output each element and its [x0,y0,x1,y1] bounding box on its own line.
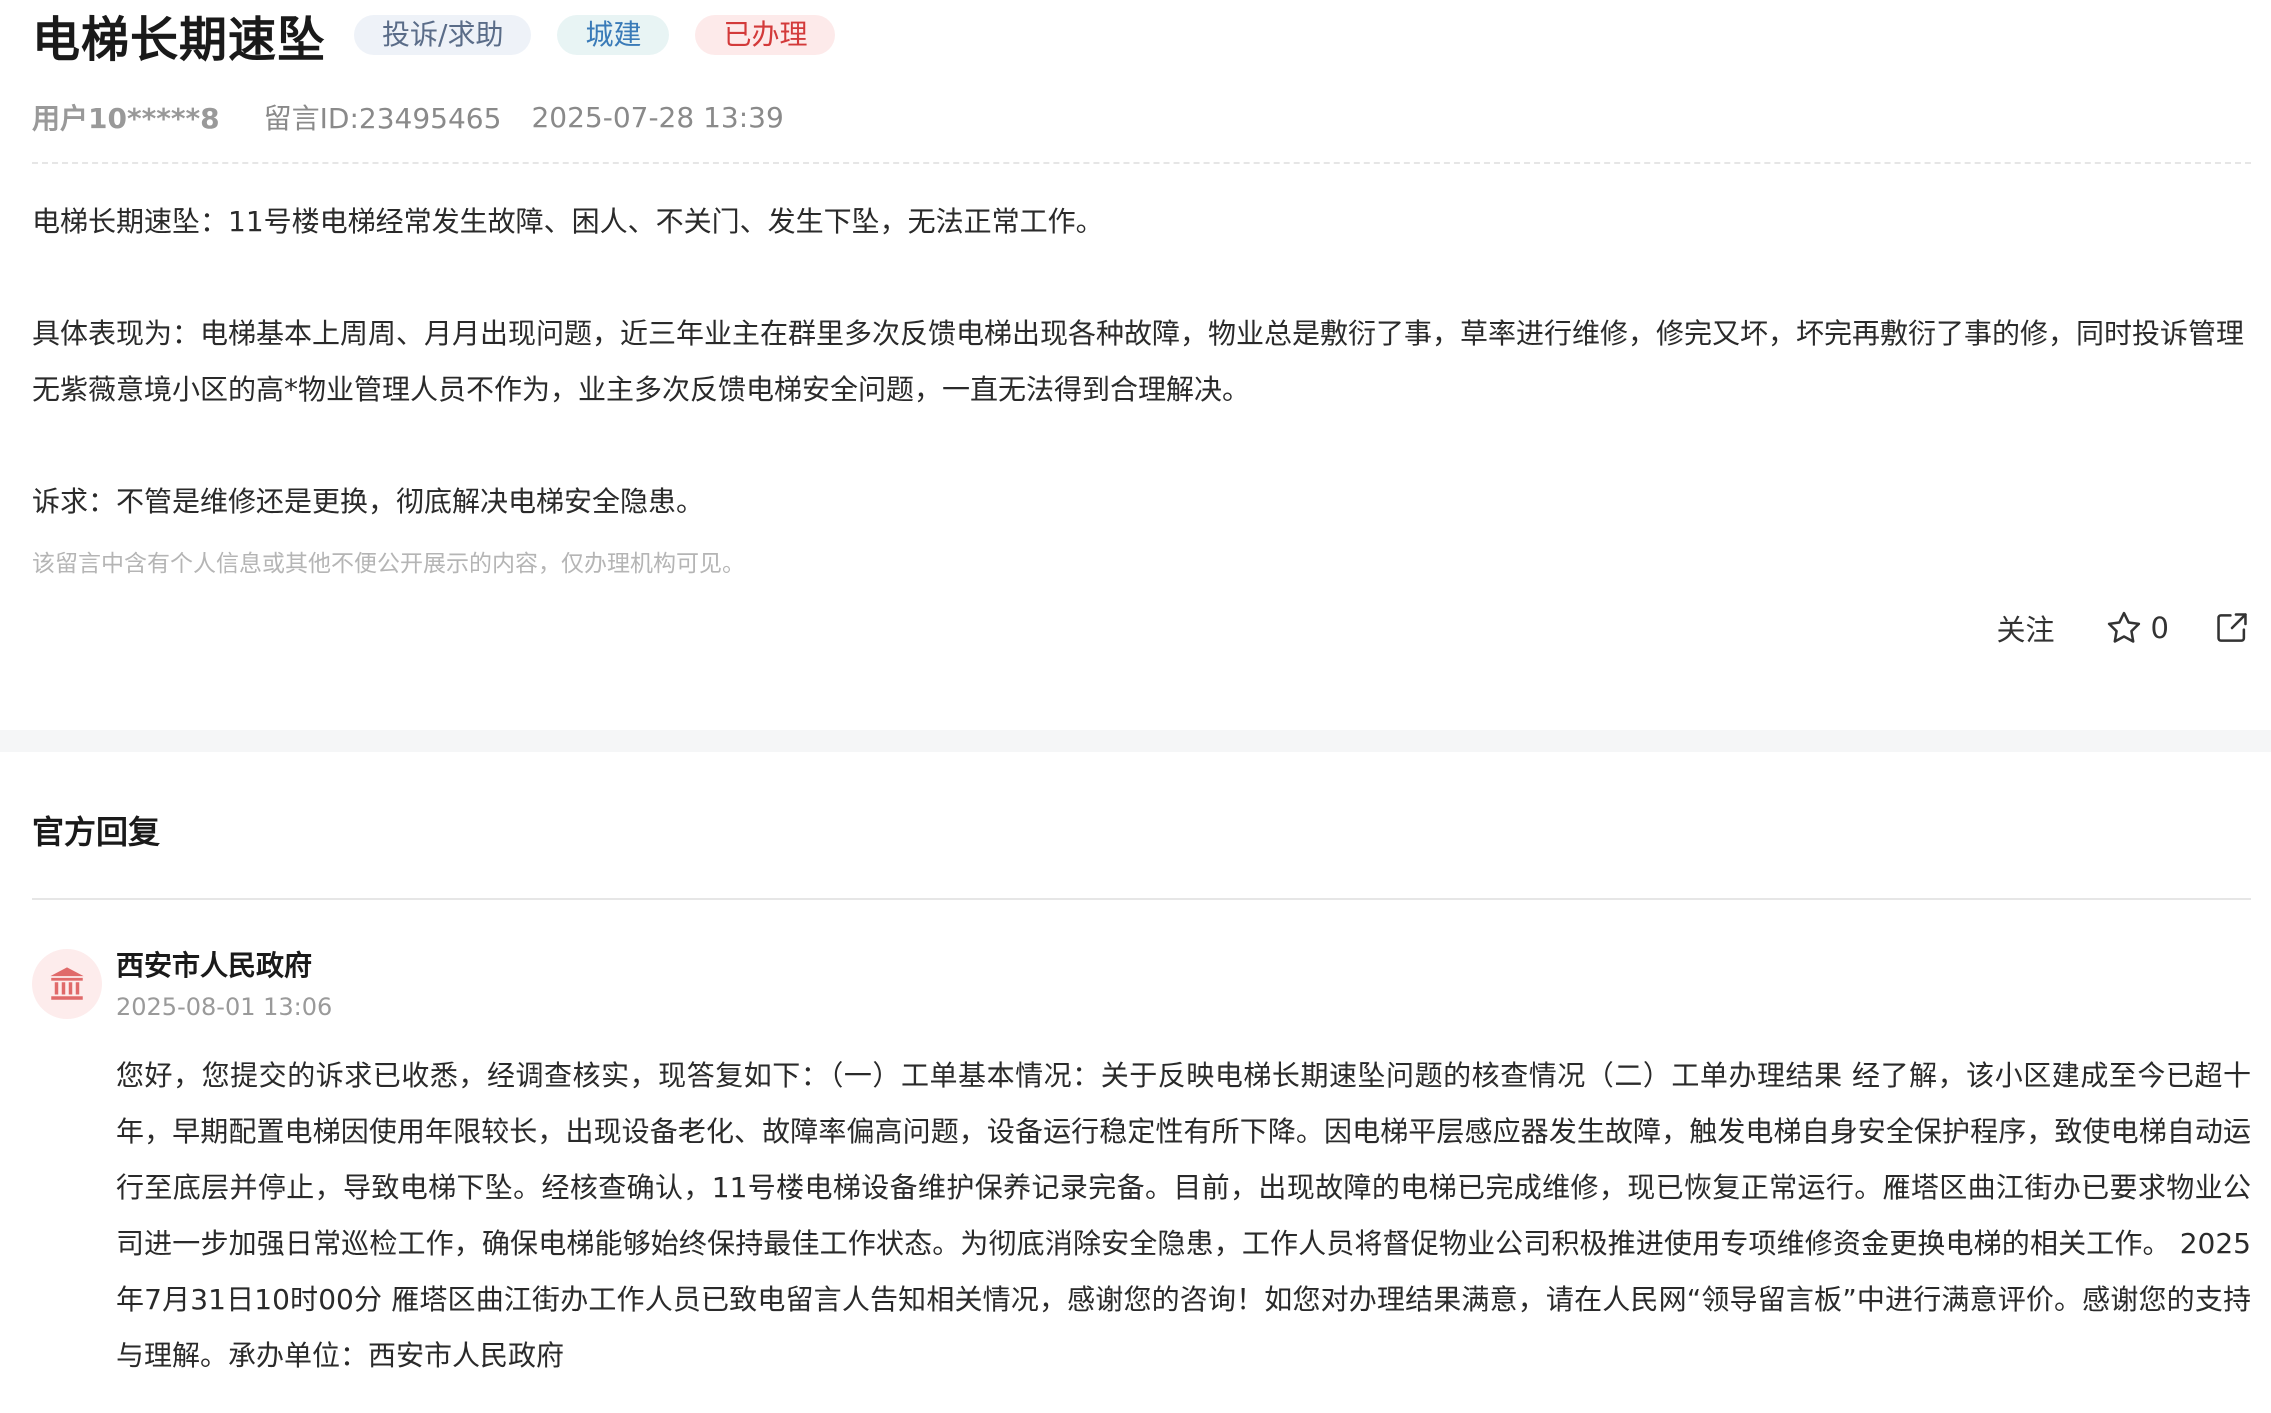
tag-type[interactable]: 投诉/求助 [354,15,532,55]
message-paragraph-details: 具体表现为：电梯基本上周周、月月出现问题，近三年业主在群里多次反馈电梯出现各种故… [32,317,2245,406]
government-building-icon [50,967,84,1000]
message-datetime: 2025-07-28 13:39 [531,100,784,134]
message-title: 电梯长期速坠 [32,12,327,68]
reply-datetime: 2025-08-01 13:06 [116,993,333,1021]
favorite-button[interactable]: 0 [2105,609,2169,647]
reply-content: 您好，您提交的诉求已收悉，经调查核实，现答复如下：（一）工单基本情况：关于反映电… [116,1059,2251,1372]
tag-domain[interactable]: 城建 [557,15,670,55]
tag-status: 已办理 [695,15,836,55]
message-detail-page: 电梯长期速坠 投诉/求助 城建 已办理 用户10*****8 留言ID:2349… [0,0,2271,1413]
message-actions: 关注 0 [1997,603,2251,653]
title-row: 电梯长期速坠 投诉/求助 城建 已办理 [32,0,2251,68]
message-user: 用户10*****8 [32,102,220,135]
official-reply-section: 官方回复 西安市人民政府 2025-08-01 13:06 您好，您提交的诉求已 [32,752,2251,1384]
reply-author: 西安市人民政府 2025-08-01 13:06 [32,946,2251,1026]
favorite-count: 0 [2150,611,2169,645]
meta-divider [32,162,2251,164]
official-reply-title: 官方回复 [32,813,161,851]
message-id: 留言ID:23495465 [263,102,502,135]
follow-button[interactable]: 关注 [1997,607,2055,649]
org-avatar [32,949,102,1019]
org-name: 西安市人民政府 [116,949,313,982]
share-icon[interactable] [2213,609,2251,647]
message-meta: 用户10*****8 留言ID:23495465 2025-07-28 13:3… [32,92,2251,142]
org-info: 西安市人民政府 2025-08-01 13:06 [116,946,332,1026]
section-separator [0,730,2271,752]
reply-divider [32,898,2251,900]
star-outline-icon [2107,611,2140,643]
message-paragraph-request: 诉求：不管是维修还是更换，彻底解决电梯安全隐患。 [32,485,705,518]
message-card: 电梯长期速坠 投诉/求助 城建 已办理 用户10*****8 留言ID:2349… [0,0,2271,730]
privacy-notice: 该留言中含有个人信息或其他不便公开展示的内容，仅办理机构可见。 [32,551,745,577]
message-paragraph-summary: 电梯长期速坠：11号楼电梯经常发生故障、困人、不关门、发生下坠，无法正常工作。 [32,205,1104,238]
